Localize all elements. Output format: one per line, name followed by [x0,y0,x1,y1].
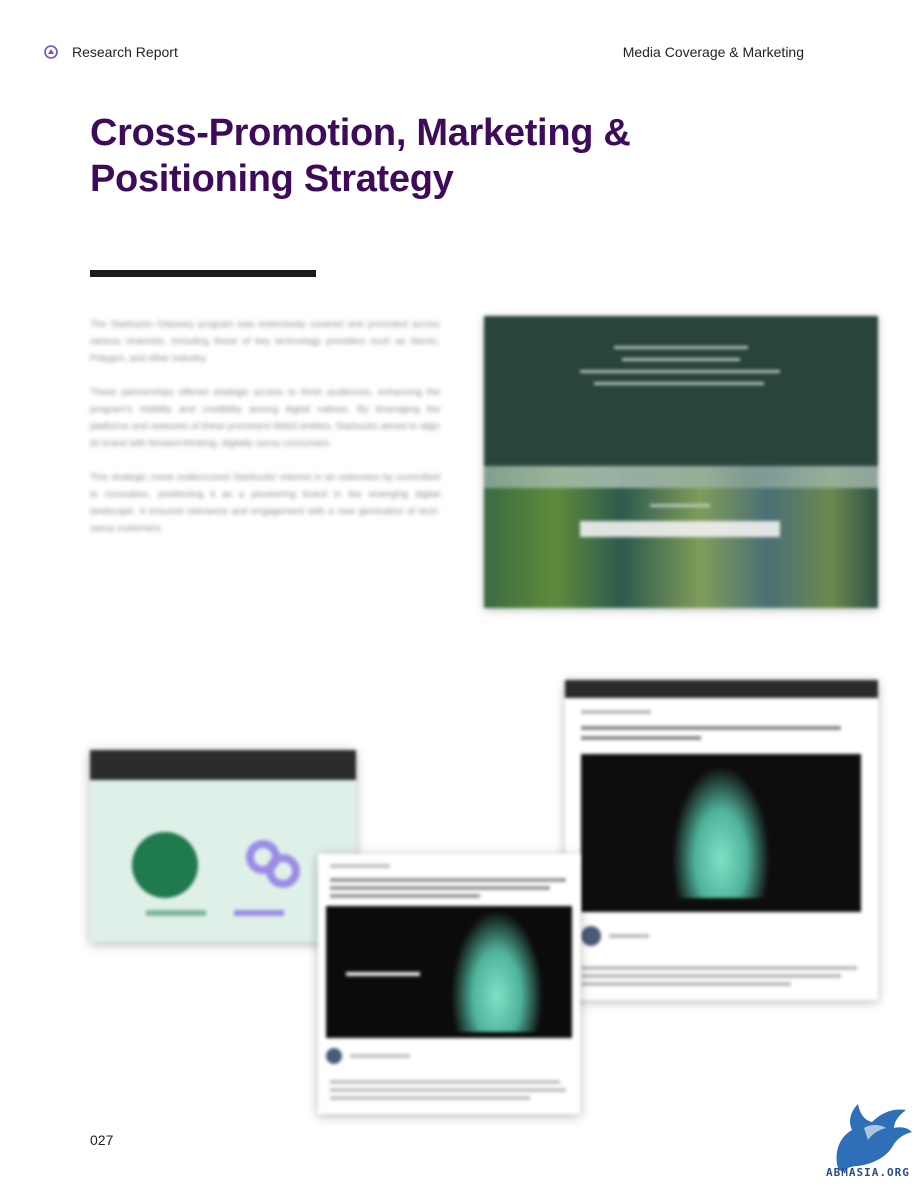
watermark-text: ABMASIA.ORG [826,1166,910,1179]
page-title: Cross-Promotion, Marketing & Positioning… [90,112,631,200]
paragraph: The Starbucks Odyssey program was extens… [90,319,440,364]
article-screenshot-large [565,680,878,1000]
partner-logos-image [90,750,356,942]
paragraph: This strategic move underscored Starbuck… [90,472,440,534]
paragraph: These partnerships offered strategic acc… [90,387,440,449]
section-label: Media Coverage & Marketing [622,44,804,60]
title-divider [90,270,316,277]
odyssey-banner-image [484,316,878,608]
brand-mark-icon [44,45,58,59]
body-text: The Starbucks Odyssey program was extens… [90,316,440,554]
article-screenshot-small [318,854,580,1114]
report-label: Research Report [72,44,178,60]
header-left: Research Report [44,44,178,60]
page-number: 027 [90,1132,114,1148]
